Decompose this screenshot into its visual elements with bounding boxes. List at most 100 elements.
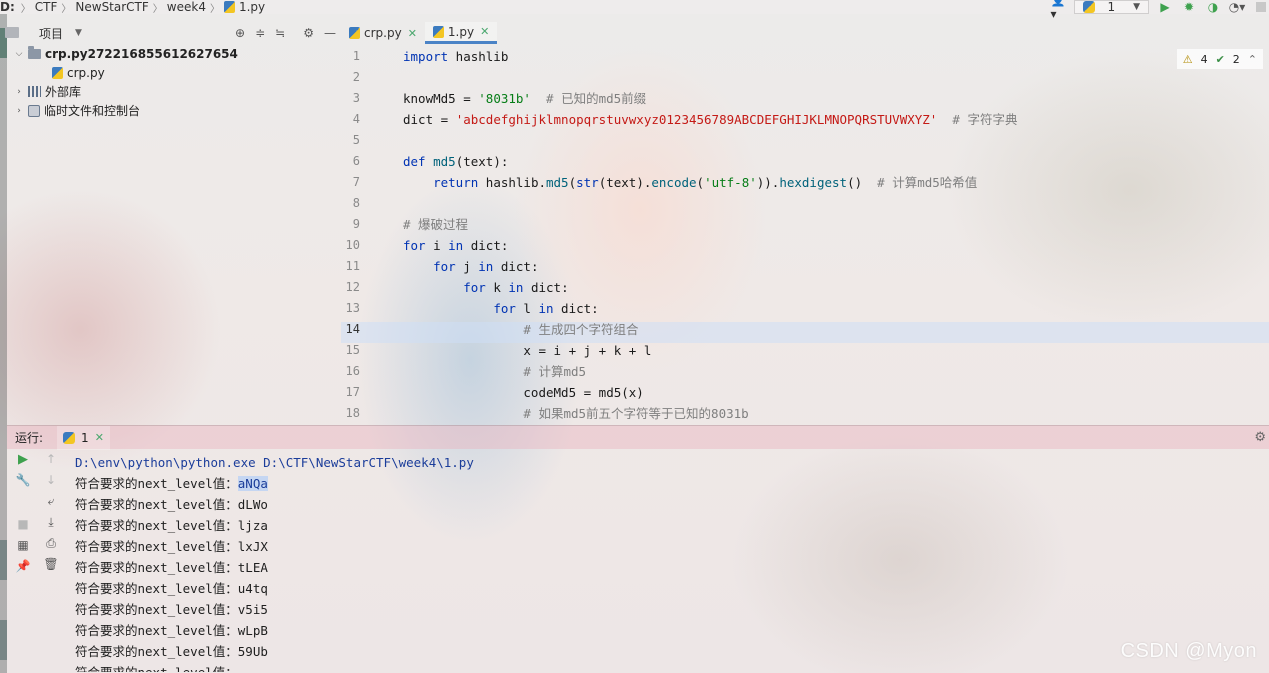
code-line[interactable]: # 计算md5	[403, 361, 586, 382]
collapse-all-icon[interactable]: ≒	[275, 26, 285, 40]
line-number-gutter[interactable]: 1 2 3 4 5 6 7 8 9 10 11 12 13 14 15 16 1…	[341, 46, 396, 424]
breadcrumb-file-label: 1.py	[238, 0, 266, 14]
code-line[interactable]: return hashlib.md5(str(text).encode('utf…	[403, 172, 977, 193]
run-panel-label: 运行:	[15, 431, 44, 445]
wrench-icon[interactable]: 🔧	[15, 473, 31, 487]
stop-icon[interactable]	[1253, 0, 1269, 14]
code-editor[interactable]: import hashlib knowMd5 = '8031b' # 已知的md5…	[397, 46, 1269, 424]
console-result-value: tLEA	[237, 560, 268, 575]
scratch-icon	[28, 104, 40, 117]
code-line[interactable]: import hashlib	[403, 46, 508, 67]
run-toolbar-primary: ▶ 🔧 ■ ▦ 📌	[12, 452, 34, 574]
breadcrumb-drive[interactable]: D:	[0, 0, 15, 14]
console-command-line: D:\env\python\python.exe D:\CTF\NewStarC…	[75, 455, 474, 470]
run-console-output[interactable]: D:\env\python\python.exe D:\CTF\NewStarC…	[75, 452, 1265, 673]
close-icon[interactable]: ✕	[95, 431, 104, 444]
code-line[interactable]: # 爆破过程	[403, 214, 468, 235]
locate-icon[interactable]: ⊕	[235, 26, 245, 40]
run-tab-1[interactable]: 1 ✕	[57, 425, 110, 450]
console-result-value: aNQa	[237, 476, 268, 491]
python-file-icon	[432, 25, 444, 38]
close-icon[interactable]: ✕	[480, 25, 489, 38]
console-result-value: 59Ub	[237, 644, 268, 659]
code-line[interactable]: for i in dict:	[403, 235, 508, 256]
ok-count: 2	[1232, 52, 1240, 66]
line-number: 17	[345, 385, 360, 399]
line-number: 14	[345, 322, 360, 336]
structure-tool-window-tab[interactable]	[0, 540, 7, 580]
chevron-down-icon[interactable]: ⌵	[13, 49, 25, 59]
console-result-list: 符合要求的next_level值：aNQa 符合要求的next_level值：dL…	[75, 473, 1265, 672]
line-number: 6	[352, 154, 360, 168]
code-line[interactable]: # 如果md5前五个字符等于已知的8031b	[403, 403, 748, 424]
code-line[interactable]: def md5(text):	[403, 151, 508, 172]
breadcrumb-ctf[interactable]: CTF	[35, 0, 58, 14]
tree-item-file[interactable]: crp.py	[7, 63, 340, 82]
run-icon[interactable]: ▶	[1157, 0, 1173, 14]
console-result-line: 符合要求的next_level值：ljza	[75, 515, 1265, 536]
breadcrumb-file[interactable]: 1.py	[223, 0, 266, 14]
print-icon[interactable]: ⎙	[43, 536, 59, 550]
gear-icon[interactable]: ⚙	[303, 26, 314, 40]
tree-item-root[interactable]: ⌵ crp.py272216855612627654	[7, 44, 340, 63]
tree-item-external-libraries[interactable]: › 外部库	[7, 82, 340, 101]
bookmarks-tool-window-tab[interactable]	[0, 620, 7, 660]
python-icon	[1083, 1, 1096, 13]
run-configuration-label: 1	[1107, 0, 1116, 14]
project-panel: 项目 ▼ ⊕ ≑ ≒ ⚙ — ⌵ crp.py27221685561262765…	[5, 22, 340, 422]
python-file-icon	[52, 66, 63, 79]
watermark: CSDN @Myon	[1120, 640, 1257, 662]
pin-icon[interactable]: 📌	[15, 559, 31, 573]
console-result-line: 符合要求的next_level值：wLpB	[75, 620, 1265, 641]
chevron-right-icon[interactable]: ›	[13, 106, 25, 116]
line-number: 2	[352, 70, 360, 84]
chevron-up-icon[interactable]: ⌃	[1248, 53, 1257, 66]
profile-icon[interactable]: ◔▾	[1229, 0, 1246, 14]
run-toolbar-secondary: ↑ ↓ ⤶ ⤓ ⎙ 🗑	[40, 452, 62, 571]
console-result-prefix: 符合要求的next_level值：	[75, 497, 238, 512]
code-line[interactable]: for k in dict:	[403, 277, 568, 298]
project-panel-header: 项目 ▼ ⊕ ≑ ≒ ⚙ —	[5, 22, 340, 44]
breadcrumb-newstarctf[interactable]: NewStarCTF	[75, 0, 148, 14]
project-folder-icon	[5, 27, 19, 38]
arrow-down-icon[interactable]: ↓	[43, 473, 59, 487]
tree-item-scratches[interactable]: › 临时文件和控制台	[7, 101, 340, 120]
debug-icon[interactable]: ✹	[1181, 0, 1197, 14]
tree-item-root-label: crp.py272216855612627654	[45, 46, 238, 61]
python-file-icon	[349, 27, 360, 39]
code-line[interactable]: x = i + j + k + l	[403, 340, 651, 361]
minimize-icon[interactable]: —	[324, 26, 336, 40]
code-line[interactable]: knowMd5 = '8031b' # 已知的md5前缀	[403, 88, 646, 109]
breadcrumb-week4[interactable]: week4	[167, 0, 206, 14]
coverage-icon[interactable]: ◑	[1205, 0, 1221, 14]
scroll-to-end-icon[interactable]: ⤓	[43, 515, 59, 529]
rerun-icon[interactable]: ▶	[15, 452, 31, 467]
code-line[interactable]: # 生成四个字符组合	[403, 319, 638, 340]
console-result-prefix: 符合要求的next_level值：	[75, 476, 238, 491]
code-line[interactable]: dict = 'abcdefghijklmnopqrstuvwxyz012345…	[403, 109, 1017, 130]
tab-1-py[interactable]: 1.py ✕	[424, 22, 498, 44]
arrow-up-icon[interactable]: ↑	[43, 452, 59, 466]
expand-all-icon[interactable]: ≑	[255, 26, 265, 40]
stop-icon[interactable]: ■	[15, 517, 31, 531]
gear-icon[interactable]: ⚙	[1254, 430, 1266, 445]
layout-icon[interactable]: ▦	[15, 538, 31, 552]
soft-wrap-icon[interactable]: ⤶	[43, 494, 59, 508]
code-line[interactable]: for j in dict:	[403, 256, 538, 277]
code-line[interactable]: for l in dict:	[403, 298, 598, 319]
close-icon[interactable]: ✕	[408, 27, 417, 40]
chevron-right-icon[interactable]: ›	[13, 87, 25, 97]
console-result-line: 符合要求的next_level值：aNQa	[75, 473, 1265, 494]
project-panel-title[interactable]: 项目	[39, 25, 63, 42]
console-result-value: lxJX	[237, 539, 268, 554]
tab-crp-py[interactable]: crp.py ✕	[341, 22, 425, 44]
line-number: 16	[345, 364, 360, 378]
code-line[interactable]: codeMd5 = md5(x)	[403, 382, 643, 403]
inspection-widget[interactable]: ⚠ 4 ✔ 2 ⌃	[1176, 49, 1263, 69]
user-icon[interactable]: 👤▾	[1050, 0, 1066, 21]
console-result-prefix: 符合要求的next_level值：	[75, 539, 238, 554]
folder-icon	[28, 45, 41, 59]
trash-icon[interactable]: 🗑	[43, 557, 59, 571]
run-configuration-selector[interactable]: 1 ▼	[1074, 0, 1149, 14]
chevron-down-icon[interactable]: ▼	[75, 28, 82, 38]
